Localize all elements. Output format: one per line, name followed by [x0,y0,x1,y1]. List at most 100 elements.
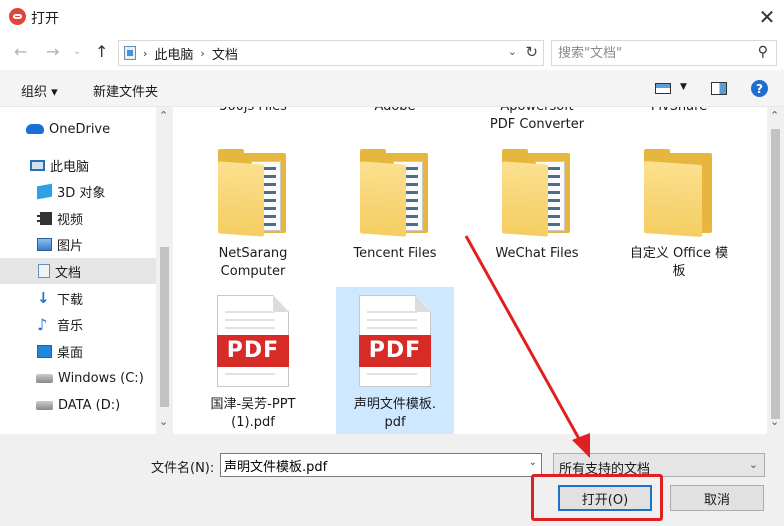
file-name: Adobe [336,107,454,116]
sidebar-item-label: 视频 [57,212,84,228]
drive-icon [36,373,53,383]
sidebar-item-label: 此电脑 [50,159,90,175]
folder-item[interactable]: NetSarang Computer [194,145,312,285]
file-item-selected[interactable]: PDF 声明文件模板. pdf [336,287,454,434]
title-bar: 打开 ✕ [0,0,784,34]
onedrive-icon [26,124,44,134]
folder-item[interactable]: 360js Files [194,107,312,118]
computer-icon [30,159,45,171]
folder-item[interactable]: Tencent Files [336,145,454,285]
desktop-icon [37,344,52,358]
dialog-footer: 文件名(N): ⌄ 所有支持的文档 ⌄ 打开(O) 取消 [0,434,784,526]
file-list: 360js Files Adobe Apowersoft PDF Convert… [173,107,767,434]
filename-label: 文件名(N): [151,461,215,476]
sidebar-item-drive-c[interactable]: Windows (C:) [0,365,156,391]
sidebar-item-pictures[interactable]: 图片 [0,231,156,257]
refresh-icon[interactable]: ↻ [525,43,538,61]
sidebar-item-videos[interactable]: 视频 [0,205,156,231]
new-folder-button[interactable]: 新建文件夹 [93,81,158,100]
window-title: 打开 [31,11,59,27]
chevron-down-icon[interactable]: ⌄ [159,415,168,428]
sidebar-item-label: 3D 对象 [57,185,106,201]
music-icon: ♪ [37,314,48,334]
scrollbar-thumb[interactable] [160,247,169,407]
file-name: 360js Files [194,107,312,116]
organize-menu[interactable]: 组织 ▾ [21,81,58,100]
preview-pane-icon[interactable] [711,82,727,95]
sidebar-item-documents[interactable]: 文档 [0,258,156,284]
file-name: FlvShare [620,107,738,116]
drive-icon [36,400,53,410]
folder-item[interactable]: 自定义 Office 模 板 [620,145,738,285]
chevron-down-icon[interactable]: ⌄ [529,457,537,468]
filetype-value: 所有支持的文档 [559,462,651,477]
sidebar-item-label: 文档 [55,265,82,281]
sidebar-item-3d-objects[interactable]: 3D 对象 [0,178,156,204]
breadcrumb-documents[interactable]: 文档 [212,44,238,63]
pdf-file-icon: PDF [217,295,289,387]
video-icon [37,211,52,225]
content-scrollbar[interactable]: ⌃ ⌄ [767,107,784,434]
folder-icon [360,149,432,237]
file-name: 自定义 Office 模 板 [629,246,729,279]
sidebar-item-drive-d[interactable]: DATA (D:) [0,392,156,418]
filename-input[interactable] [224,456,514,474]
sidebar-item-label: Windows (C:) [58,370,144,386]
sidebar-item-label: DATA (D:) [58,397,121,413]
folder-item[interactable]: WeChat Files [478,145,596,285]
sidebar-item-label: 音乐 [57,318,84,334]
download-icon: ↓ [37,289,50,307]
3d-objects-icon [37,183,52,199]
sidebar-item-downloads[interactable]: ↓ 下载 [0,285,156,311]
documents-folder-icon [124,46,136,60]
address-bar[interactable]: › 此电脑 › 文档 ⌄ ↻ [118,40,544,66]
breadcrumb-separator-icon: › [200,46,205,60]
sidebar-item-label: OneDrive [49,121,111,137]
file-name: 国津-吴芳-PPT (1).pdf [210,397,296,430]
search-box[interactable]: ⚲ [551,40,777,66]
nav-scrollbar[interactable]: ⌃ ⌄ [156,107,173,434]
chevron-up-icon[interactable]: ⌃ [159,109,168,122]
breadcrumb-this-pc[interactable]: 此电脑 [154,44,193,63]
sidebar-item-this-pc[interactable]: 此电脑 [0,152,156,178]
recent-locations-icon[interactable]: ⌄ [73,46,81,57]
help-icon[interactable]: ? [751,80,768,97]
file-name: Apowersoft PDF Converter [489,107,585,132]
breadcrumb-separator-icon: › [143,46,148,60]
chevron-down-icon[interactable]: ▼ [680,82,687,92]
filetype-select[interactable]: 所有支持的文档 ⌄ [553,453,765,477]
sidebar-item-label: 桌面 [57,345,84,361]
search-icon[interactable]: ⚲ [758,44,768,60]
file-name: NetSarang Computer [218,246,288,279]
folder-icon [644,149,716,238]
chevron-up-icon[interactable]: ⌃ [770,109,779,122]
sidebar-item-desktop[interactable]: 桌面 [0,338,156,364]
folder-item[interactable]: FlvShare [620,107,738,118]
cancel-button[interactable]: 取消 [670,485,764,511]
sidebar-item-label: 图片 [57,238,84,254]
change-view-icon[interactable] [655,83,671,94]
up-arrow-icon[interactable]: ↑ [95,42,108,61]
scrollbar-thumb[interactable] [771,129,780,419]
navigation-pane: OneDrive 此电脑 3D 对象 视频 图片 文档 ↓ 下载 ♪ 音乐 桌面… [0,107,156,434]
back-arrow-icon[interactable]: ← [14,42,27,61]
sidebar-item-music[interactable]: ♪ 音乐 [0,311,156,337]
chevron-down-icon[interactable]: ⌄ [770,415,779,428]
chevron-down-icon[interactable]: ⌄ [508,45,517,58]
app-icon [9,8,26,25]
pictures-icon [37,237,52,251]
forward-arrow-icon[interactable]: → [46,42,59,61]
file-name: WeChat Files [495,246,579,261]
filename-field[interactable]: ⌄ [220,453,542,477]
folder-item[interactable]: Adobe [336,107,454,118]
folder-item[interactable]: Apowersoft PDF Converter [478,107,596,138]
close-button[interactable]: ✕ [750,0,784,34]
folder-icon [218,149,290,237]
sidebar-item-onedrive[interactable]: OneDrive [0,116,156,142]
search-input[interactable] [558,44,748,62]
pdf-file-icon: PDF [359,295,431,387]
open-button[interactable]: 打开(O) [558,485,652,511]
folder-icon [502,149,574,237]
file-name: Tencent Files [353,246,437,261]
file-item[interactable]: PDF 国津-吴芳-PPT (1).pdf [194,287,312,434]
